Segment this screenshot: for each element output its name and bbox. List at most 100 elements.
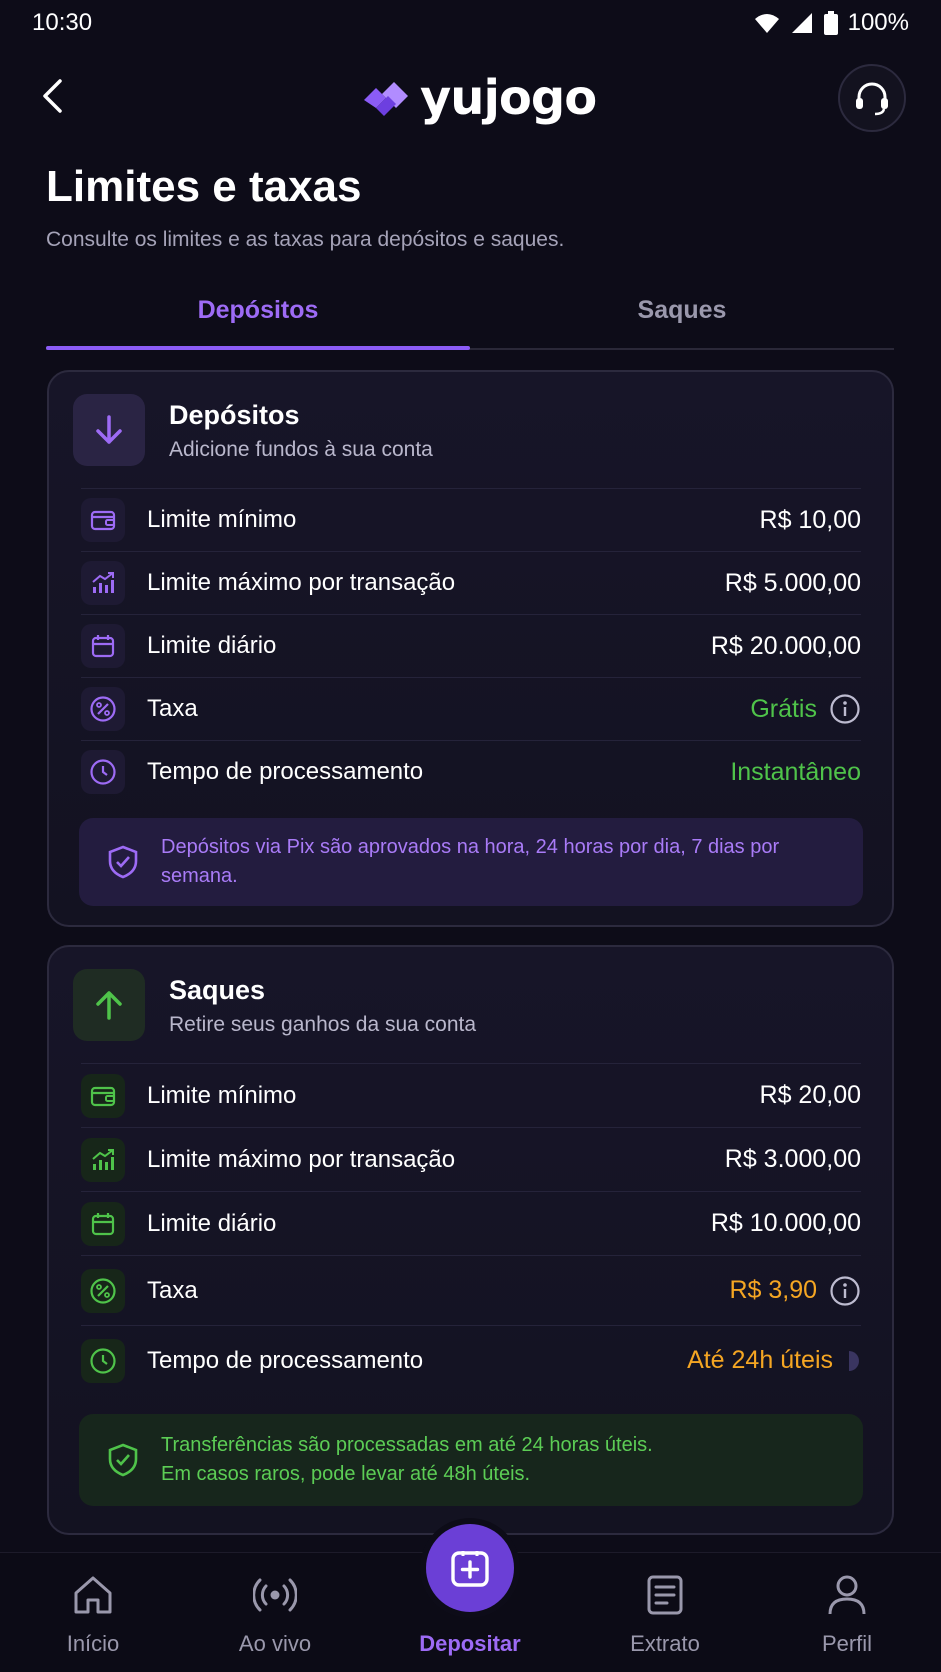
withdrawals-rows: Limite mínimo R$ 20,00 Limite máximo por…	[81, 1063, 861, 1395]
battery-icon	[823, 11, 838, 35]
arrow-up-icon	[96, 991, 122, 1020]
withdraw-row-time: Tempo de processamento Até 24h úteis	[81, 1325, 861, 1395]
growth-chart-icon	[81, 561, 125, 605]
tab-saques[interactable]: Saques	[470, 288, 894, 348]
deposits-card: Depósitos Adicione fundos à sua conta Li…	[47, 370, 894, 927]
app-header: yujogo	[0, 58, 941, 138]
deposit-header-icon	[73, 394, 145, 466]
deposit-row-fee: Taxa Grátis	[81, 677, 861, 740]
brand-logo: yujogo	[360, 70, 597, 126]
growth-chart-icon	[81, 1137, 125, 1182]
nav-label: Perfil	[821, 1631, 873, 1656]
withdrawals-note-text: Transferências são processadas em até 24…	[161, 1431, 863, 1489]
row-value: R$ 20,00	[759, 1081, 861, 1109]
row-value: Instantâneo	[730, 757, 861, 786]
note-line-2: Em casos raros, pode levar até 48h úteis…	[161, 1463, 531, 1485]
logo-mark-icon	[364, 82, 408, 116]
deposit-row-max: Limite máximo por transação R$ 5.000,00	[81, 551, 861, 614]
row-label: Limite diário	[147, 1209, 277, 1237]
status-bar: 10:30 100%	[0, 0, 941, 46]
arrow-down-icon	[96, 415, 122, 444]
page-title: Limites e taxas	[46, 162, 362, 211]
deposit-fab-button[interactable]	[426, 1524, 514, 1612]
withdrawals-title: Saques	[169, 975, 266, 1005]
row-value: R$ 5.000,00	[724, 568, 861, 597]
row-value: R$ 3.000,00	[724, 1145, 861, 1173]
row-label: Tempo de processamento	[147, 1346, 424, 1374]
tab-depositos[interactable]: Depósitos	[46, 288, 470, 350]
headset-icon	[856, 82, 888, 116]
row-value: R$ 10.000,00	[710, 1209, 861, 1237]
withdraw-row-max: Limite máximo por transação R$ 3.000,00	[81, 1127, 861, 1191]
withdrawals-subtitle: Retire seus ganhos da sua conta	[169, 1013, 477, 1036]
nav-perfil[interactable]: Perfil	[777, 1553, 917, 1672]
row-value: Até 24h úteis	[687, 1346, 861, 1375]
withdraw-row-fee: Taxa R$ 3,90	[81, 1255, 861, 1325]
support-button[interactable]	[838, 64, 906, 132]
percent-icon	[81, 687, 125, 731]
wallet-icon	[81, 1073, 125, 1118]
nav-extrato[interactable]: Extrato	[595, 1553, 735, 1672]
row-label: Limite diário	[147, 632, 277, 659]
nav-ao-vivo[interactable]: Ao vivo	[205, 1553, 345, 1672]
signal-icon	[791, 13, 812, 33]
row-label: Limite máximo por transação	[147, 569, 456, 596]
row-label: Taxa	[147, 1276, 198, 1304]
withdraw-header-icon	[73, 969, 145, 1041]
plus-square-icon	[451, 1551, 489, 1587]
fee-value: R$ 3,90	[729, 1276, 817, 1304]
logo-text: yujogo	[420, 70, 597, 126]
deposits-note: Depósitos via Pix são aprovados na hora,…	[79, 818, 863, 906]
deposits-rows: Limite mínimo R$ 10,00 Limite máximo por…	[81, 488, 861, 803]
calendar-icon	[81, 1201, 125, 1246]
withdraw-row-daily: Limite diário R$ 10.000,00	[81, 1191, 861, 1255]
tab-bar: Depósitos Saques	[46, 288, 894, 350]
row-label: Limite máximo por transação	[147, 1145, 456, 1173]
deposit-row-time: Tempo de processamento Instantâneo	[81, 740, 861, 803]
back-button[interactable]	[30, 74, 74, 118]
row-label: Tempo de processamento	[147, 758, 424, 785]
page-subtitle: Consulte os limites e as taxas para depó…	[46, 228, 565, 251]
shield-check-icon	[108, 845, 138, 879]
shield-check-icon	[108, 1443, 138, 1477]
percent-icon	[81, 1268, 125, 1313]
fee-value: Grátis	[750, 694, 817, 723]
clock-icon	[81, 1338, 125, 1383]
row-value: R$ 10,00	[759, 505, 861, 534]
info-icon[interactable]	[829, 693, 861, 725]
note-line-1: Transferências são processadas em até 24…	[161, 1434, 653, 1456]
half-moon-icon	[849, 1350, 859, 1371]
live-broadcast-icon	[253, 1578, 297, 1612]
row-label: Taxa	[147, 695, 198, 722]
nav-label: Extrato	[630, 1631, 700, 1656]
withdrawals-note: Transferências são processadas em até 24…	[79, 1414, 863, 1506]
withdrawals-card: Saques Retire seus ganhos da sua conta L…	[47, 945, 894, 1535]
row-value: R$ 20.000,00	[710, 631, 861, 660]
home-icon	[74, 1576, 112, 1614]
row-value: R$ 3,90	[729, 1275, 861, 1307]
clock-icon	[81, 750, 125, 794]
row-label: Limite mínimo	[147, 506, 297, 533]
user-icon	[828, 1575, 866, 1615]
nav-inicio[interactable]: Início	[23, 1553, 163, 1672]
info-icon[interactable]	[829, 1275, 861, 1307]
calendar-icon	[81, 624, 125, 668]
deposit-row-daily: Limite diário R$ 20.000,00	[81, 614, 861, 677]
nav-label: Início	[66, 1631, 120, 1656]
withdraw-row-min: Limite mínimo R$ 20,00	[81, 1063, 861, 1127]
row-label: Limite mínimo	[147, 1081, 297, 1109]
processing-time-value: Até 24h úteis	[687, 1346, 833, 1374]
status-time: 10:30	[32, 9, 93, 36]
deposits-title: Depósitos	[169, 400, 300, 430]
chevron-left-icon	[43, 79, 62, 113]
nav-label: Depositar	[419, 1631, 521, 1656]
status-icons: 100%	[754, 9, 909, 37]
deposits-note-text: Depósitos via Pix são aprovados na hora,…	[161, 836, 780, 887]
document-icon	[647, 1575, 683, 1615]
deposit-row-min: Limite mínimo R$ 10,00	[81, 488, 861, 551]
row-value: Grátis	[750, 693, 861, 725]
wallet-icon	[81, 498, 125, 542]
battery-level: 100%	[847, 9, 909, 36]
wifi-icon	[754, 14, 779, 33]
nav-label: Ao vivo	[238, 1631, 312, 1656]
